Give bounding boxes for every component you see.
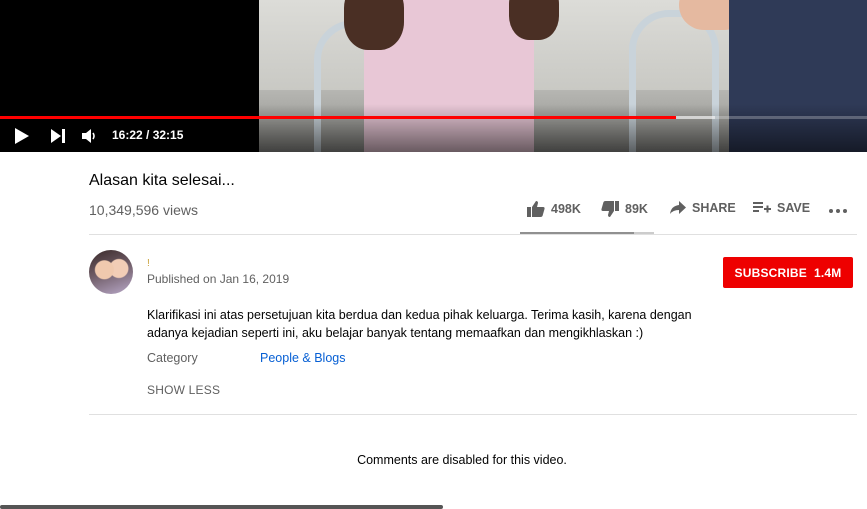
next-icon bbox=[51, 129, 65, 143]
play-icon bbox=[15, 128, 29, 144]
save-button[interactable]: SAVE bbox=[753, 201, 810, 215]
subscribe-label: SUBSCRIBE bbox=[734, 265, 807, 280]
subscriber-count: 1.4M bbox=[814, 265, 842, 280]
share-label: SHARE bbox=[692, 201, 736, 215]
video-description: Klarifikasi ini atas persetujuan kita be… bbox=[147, 308, 692, 340]
scene-hair bbox=[509, 0, 559, 40]
channel-avatar[interactable] bbox=[89, 250, 133, 294]
category-label: Category bbox=[147, 351, 198, 365]
volume-button[interactable] bbox=[78, 124, 102, 148]
like-count: 498K bbox=[551, 202, 581, 216]
view-count: 10,349,596 views bbox=[89, 202, 198, 218]
thumbs-down-icon bbox=[601, 201, 619, 217]
dislike-count: 89K bbox=[625, 202, 648, 216]
category-link[interactable]: People & Blogs bbox=[260, 351, 345, 365]
add-to-playlist-icon bbox=[753, 202, 771, 213]
more-dot-icon bbox=[829, 209, 833, 213]
scene-hair bbox=[344, 0, 404, 50]
time-display: 16:22 / 32:15 bbox=[112, 128, 184, 142]
share-icon bbox=[670, 201, 686, 214]
more-dot-icon bbox=[843, 209, 847, 213]
thumbs-up-icon bbox=[527, 201, 545, 217]
like-button[interactable]: 498K bbox=[527, 201, 581, 217]
next-button[interactable] bbox=[46, 124, 70, 148]
volume-icon bbox=[82, 129, 95, 143]
dislike-button[interactable]: 89K bbox=[601, 201, 648, 217]
divider bbox=[89, 414, 857, 415]
subscribe-button[interactable]: SUBSCRIBE 1.4M bbox=[723, 257, 853, 288]
video-frame[interactable] bbox=[259, 0, 867, 152]
video-player[interactable]: 16:22 / 32:15 bbox=[0, 0, 867, 152]
share-button[interactable]: SHARE bbox=[670, 201, 736, 215]
publish-date: Published on Jan 16, 2019 bbox=[147, 272, 290, 286]
comments-disabled-message: Comments are disabled for this video. bbox=[0, 453, 867, 467]
show-less-button[interactable]: SHOW LESS bbox=[147, 383, 220, 397]
video-title: Alasan kita selesai... bbox=[89, 172, 235, 189]
play-button[interactable] bbox=[10, 124, 34, 148]
divider bbox=[89, 234, 857, 235]
horizontal-scrollbar[interactable] bbox=[0, 505, 443, 509]
save-label: SAVE bbox=[777, 201, 811, 215]
more-actions-button[interactable] bbox=[829, 205, 849, 217]
channel-name[interactable]: ! bbox=[147, 258, 150, 269]
more-dot-icon bbox=[836, 209, 840, 213]
scene-shade bbox=[259, 104, 867, 152]
comments-disabled-text: Comments are disabled for this video. bbox=[357, 453, 567, 467]
progress-played[interactable] bbox=[0, 116, 677, 119]
